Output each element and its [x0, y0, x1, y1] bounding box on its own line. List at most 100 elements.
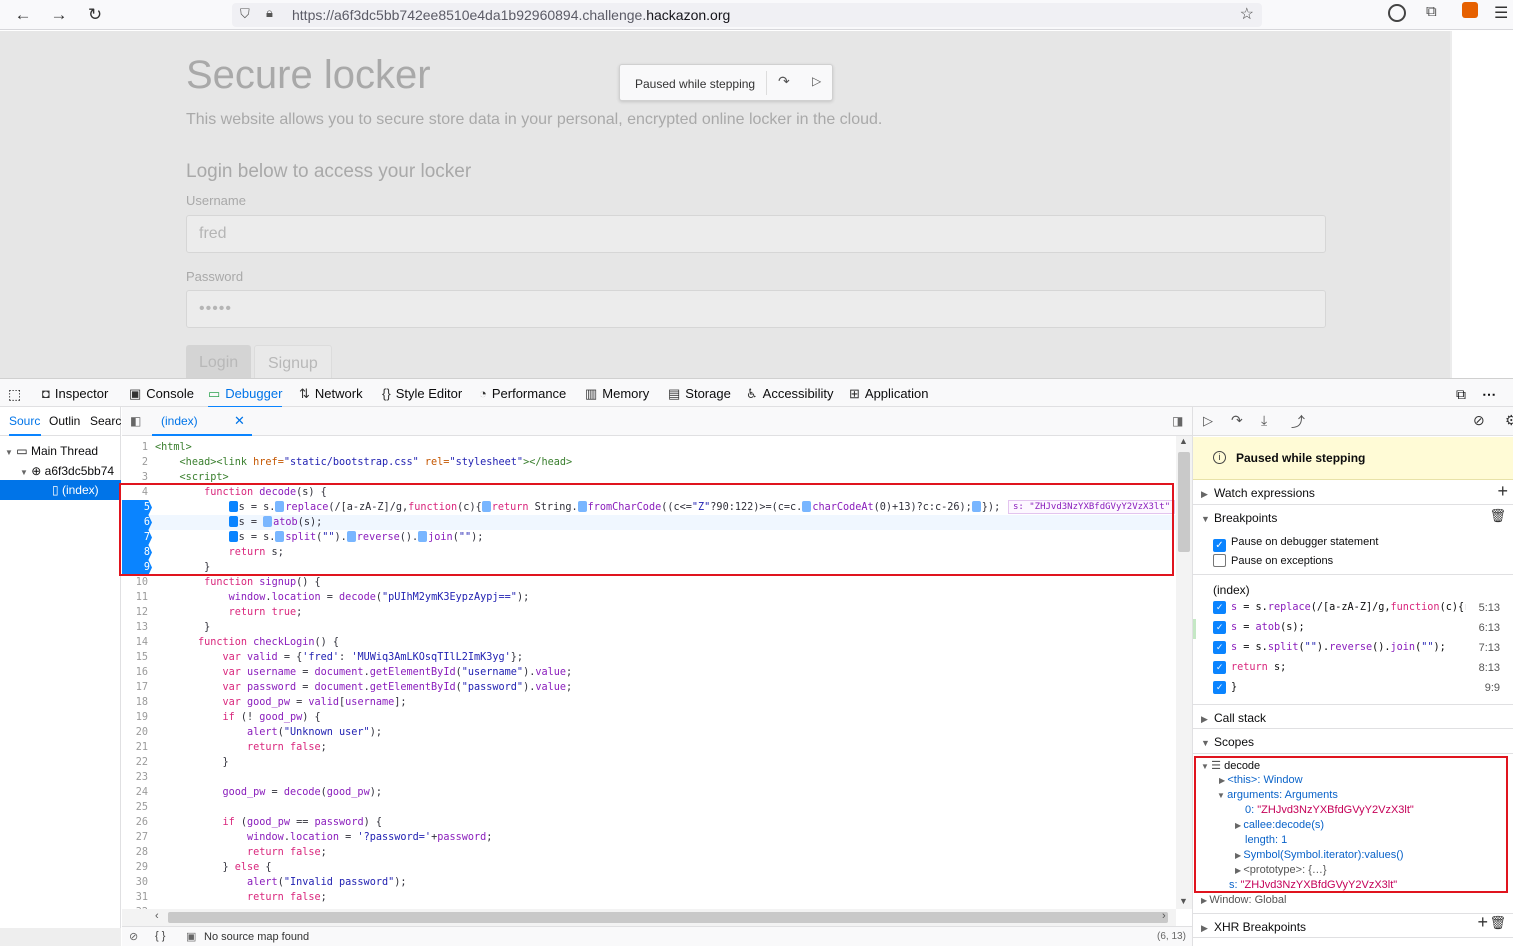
- deactivate-breakpoints-icon[interactable]: ⊘: [1473, 412, 1485, 429]
- breakpoint-item[interactable]: ✓ s = s.split("").reverse().join(""); 7:13: [1213, 639, 1513, 659]
- scroll-thumb[interactable]: [1178, 452, 1190, 552]
- editor-horizontal-scrollbar[interactable]: ‹ ›: [122, 909, 1176, 926]
- code-line: 17 var password = document.getElementByI…: [135, 682, 573, 693]
- tab-network[interactable]: ⇅ Network: [299, 379, 363, 408]
- trash-icon[interactable]: 🗑︎: [1489, 508, 1506, 524]
- code-line: 2 <head><link href="static/bootstrap.css…: [141, 457, 573, 468]
- scopes-header[interactable]: ▼ Scopes: [1193, 729, 1513, 754]
- browser-toolbar: ← → ↻ ⛉ 🔒︎ https://a6f3dc5bb742ee8510e4d…: [0, 0, 1513, 30]
- breakpoint-item[interactable]: ✓s = s.replace(/[a-zA-Z]/g,function(c){r…: [1213, 599, 1513, 619]
- storage-icon: ▤: [668, 386, 681, 401]
- tree-main-thread[interactable]: ▼ ▭ Main Thread: [0, 441, 121, 461]
- pretty-print-button[interactable]: { }: [155, 930, 165, 942]
- tab-style-editor[interactable]: {} Style Editor: [382, 379, 462, 408]
- paused-overlay-text: Paused while stepping: [635, 77, 756, 91]
- code-line: 13 }: [135, 622, 211, 633]
- breakpoint-file: (index): [1213, 583, 1250, 597]
- breakpoint-item[interactable]: ✓} 9:9: [1213, 679, 1513, 699]
- pause-on-exceptions-checkbox[interactable]: Pause on exceptions: [1213, 554, 1333, 567]
- debugger-icon: ▭: [208, 386, 221, 401]
- dock-side-icon[interactable]: ⧉: [1456, 379, 1466, 408]
- forward-icon[interactable]: →: [48, 4, 70, 26]
- code-line: 30 alert("Invalid password");: [135, 877, 407, 888]
- shield-icon[interactable]: ⛉: [240, 6, 250, 22]
- tab-sources[interactable]: Sourc: [9, 414, 41, 436]
- console-icon: ▣: [129, 386, 142, 401]
- tab-performance[interactable]: ◔ Performance: [479, 379, 566, 408]
- tab-outline[interactable]: Outlin: [49, 414, 83, 428]
- back-icon[interactable]: ←: [12, 4, 34, 26]
- lock-icon[interactable]: 🔒︎: [266, 5, 273, 21]
- editor-tab-index[interactable]: (index) ✕: [152, 407, 252, 436]
- blackbox-icon[interactable]: ⊘: [129, 930, 138, 943]
- breakpoints-header[interactable]: ▼ Breakpoints 🗑︎: [1193, 505, 1513, 530]
- code-line: 27 window.location = '?password='+passwo…: [135, 832, 493, 843]
- divider: [1193, 574, 1513, 575]
- window-icon: ▭: [16, 444, 28, 458]
- toggle-right-pane-icon[interactable]: ◨: [1172, 414, 1183, 428]
- xhr-breakpoints-header[interactable]: ▶ XHR Breakpoints + 🗑︎: [1193, 912, 1513, 938]
- watch-expressions-header[interactable]: ▶ Watch expressions +: [1193, 480, 1513, 505]
- url-bar[interactable]: ⛉ 🔒︎ https://a6f3dc5bb742ee8510e4da1b929…: [232, 3, 1262, 27]
- resume-icon[interactable]: ▷: [1203, 413, 1213, 429]
- code-line: 11 window.location = decode("pUIhM2ymK3E…: [135, 592, 530, 603]
- menu-icon[interactable]: ☰: [1494, 3, 1508, 23]
- pause-on-debugger-checkbox[interactable]: ✓ Pause on debugger statement: [1213, 536, 1378, 552]
- scope-window-global[interactable]: ▶ Window: Global: [1201, 894, 1513, 909]
- stepping-toolbar: ▷ ↷ ⤓ ⤴ ⊘ ⚙: [1193, 407, 1513, 436]
- trash-icon[interactable]: 🗑︎: [1489, 915, 1506, 931]
- bookmark-star-icon[interactable]: ☆: [1240, 4, 1254, 24]
- tree-file-index[interactable]: ▯ (index): [0, 480, 121, 500]
- addon-icon[interactable]: [1462, 2, 1478, 18]
- reload-icon[interactable]: ↻: [84, 4, 106, 26]
- page-viewport: Secure locker This website allows you to…: [0, 31, 1513, 378]
- password-field[interactable]: •••••: [186, 290, 1326, 328]
- tab-accessibility[interactable]: ♿︎ Accessibility: [746, 379, 833, 408]
- code-line: 31 return false;: [135, 892, 327, 903]
- scroll-left-icon[interactable]: ‹: [155, 910, 159, 922]
- code-line: 25: [135, 802, 148, 813]
- extensions-icon[interactable]: ⧉: [1426, 3, 1437, 20]
- code-line: 23: [135, 772, 148, 783]
- signup-tab[interactable]: Signup: [254, 345, 332, 378]
- tab-storage[interactable]: ▤ Storage: [668, 379, 731, 408]
- devtools-toolbar: ⬚ ◘ Inspector ▣ Console ▭ Debugger ⇅ Network…: [0, 378, 1513, 408]
- scroll-right-icon[interactable]: ›: [1162, 910, 1166, 922]
- close-tab-icon[interactable]: ✕: [234, 413, 245, 429]
- tab-debugger[interactable]: ▭ Debugger: [208, 379, 283, 408]
- breakpoint-item[interactable]: ✓ return s; 8:13: [1213, 659, 1513, 679]
- scroll-thumb[interactable]: [168, 912, 1168, 923]
- resume-icon[interactable]: ▷: [812, 74, 821, 88]
- step-out-icon[interactable]: ⤴: [1291, 412, 1305, 432]
- step-over-icon[interactable]: ↷: [1231, 412, 1243, 429]
- scroll-up-icon[interactable]: ▲: [1179, 436, 1188, 446]
- tab-search[interactable]: Searcl: [90, 414, 121, 428]
- step-over-icon[interactable]: ↷: [778, 73, 790, 90]
- call-stack-header[interactable]: ▶ Call stack: [1193, 704, 1513, 729]
- editor-vertical-scrollbar[interactable]: ▲ ▼: [1176, 436, 1192, 909]
- username-field[interactable]: fred: [186, 215, 1326, 253]
- code-line: 15 var valid = {'fred': 'MUWiq3AmLKOsqTI…: [135, 652, 524, 663]
- tab-application[interactable]: ⊞ Application: [849, 379, 929, 408]
- tab-console[interactable]: ▣ Console: [129, 379, 194, 408]
- add-icon[interactable]: +: [1497, 481, 1508, 502]
- settings-icon[interactable]: ⚙: [1505, 412, 1513, 429]
- checkbox-unchecked[interactable]: [1213, 554, 1226, 567]
- pick-element-icon[interactable]: ⬚: [8, 379, 21, 408]
- sidebar-scrollbar[interactable]: [0, 928, 121, 946]
- more-options-icon[interactable]: ⋯: [1482, 379, 1496, 408]
- breakpoint-item[interactable]: ✓ s = atob(s); 6:13: [1213, 619, 1513, 639]
- scroll-down-icon[interactable]: ▼: [1179, 896, 1188, 906]
- source-map-status: No source map found: [204, 931, 310, 943]
- checkbox-checked[interactable]: ✓: [1213, 539, 1226, 552]
- account-icon[interactable]: [1388, 4, 1406, 22]
- code-line: 14 function checkLogin() {: [135, 637, 340, 648]
- toggle-sidebar-icon[interactable]: ◧: [130, 414, 141, 428]
- add-icon[interactable]: +: [1477, 912, 1488, 933]
- tab-memory[interactable]: ▥ Memory: [585, 379, 649, 408]
- step-in-icon[interactable]: ⤓: [1261, 412, 1267, 429]
- tab-inspector[interactable]: ◘ Inspector: [42, 379, 108, 408]
- page-subtitle: This website allows you to secure store …: [186, 111, 883, 128]
- tree-domain[interactable]: ▼ ⊕ a6f3dc5bb74: [0, 461, 121, 481]
- login-tab[interactable]: Login: [186, 345, 252, 378]
